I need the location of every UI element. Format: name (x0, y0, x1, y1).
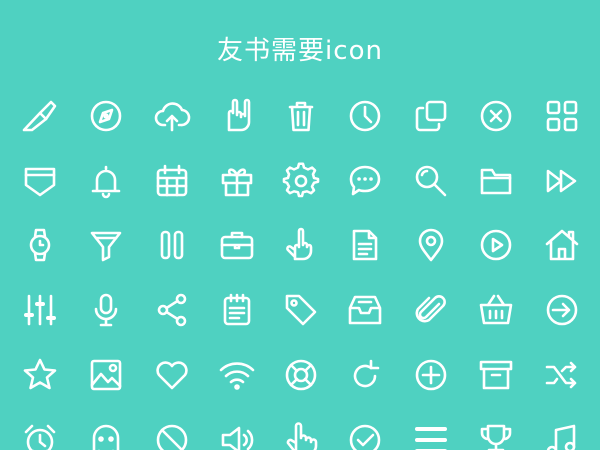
star-icon (20, 355, 60, 395)
shuffle-icon (542, 355, 582, 395)
inbox-icon (345, 290, 385, 330)
knife-icon (20, 96, 60, 136)
clock-icon (345, 96, 385, 136)
folder-icon (476, 161, 516, 201)
fast-forward-icon (542, 161, 582, 201)
briefcase-icon (217, 225, 257, 265)
icon-sheet: 友书需要icon (0, 0, 600, 450)
sliders-icon (20, 290, 60, 330)
check-circle-icon (345, 420, 385, 450)
music-note-icon (542, 420, 582, 450)
speaker-icon (217, 420, 257, 450)
icon-grid (0, 0, 600, 450)
calendar-icon (152, 161, 192, 201)
archive-box-icon (476, 355, 516, 395)
paperclip-icon (411, 290, 451, 330)
funnel-icon (86, 225, 126, 265)
pocket-icon (20, 161, 60, 201)
gear-icon (281, 161, 321, 201)
sign-in-icon (542, 290, 582, 330)
gift-icon (217, 161, 257, 201)
ghost-icon (86, 420, 126, 450)
watch-icon (20, 225, 60, 265)
notepad-icon (217, 290, 257, 330)
copy-icon (411, 96, 451, 136)
location-pin-icon (411, 225, 451, 265)
microphone-icon (86, 290, 126, 330)
trophy-icon (476, 420, 516, 450)
rock-hand-icon (217, 96, 257, 136)
tag-icon (281, 290, 321, 330)
pause-icon (152, 225, 192, 265)
compass-icon (86, 96, 126, 136)
middle-finger-icon (281, 225, 321, 265)
basket-icon (476, 290, 516, 330)
lifebuoy-icon (281, 355, 321, 395)
play-circle-icon (476, 225, 516, 265)
cloud-upload-icon (152, 96, 192, 136)
document-icon (345, 225, 385, 265)
chat-bubble-icon (345, 161, 385, 201)
home-icon (542, 225, 582, 265)
search-icon (411, 161, 451, 201)
bell-icon (86, 161, 126, 201)
no-entry-icon (152, 420, 192, 450)
alarm-clock-icon (20, 420, 60, 450)
menu-icon (411, 420, 451, 450)
share-icon (152, 290, 192, 330)
wifi-icon (217, 355, 257, 395)
trash-icon (281, 96, 321, 136)
add-circle-icon (411, 355, 451, 395)
close-circle-icon (476, 96, 516, 136)
pointing-hand-icon (281, 420, 321, 450)
grid-icon (542, 96, 582, 136)
refresh-icon (345, 355, 385, 395)
heart-icon (152, 355, 192, 395)
image-icon (86, 355, 126, 395)
